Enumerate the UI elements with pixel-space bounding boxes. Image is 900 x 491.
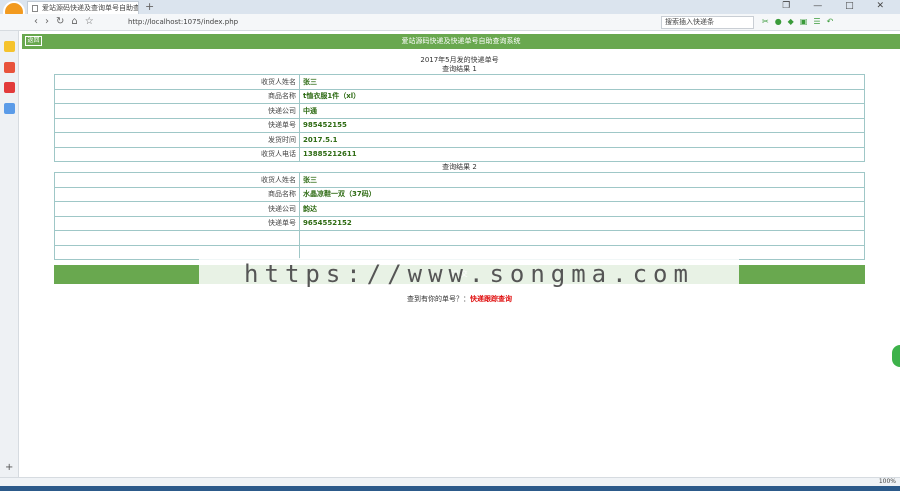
field-value: 张三 — [299, 172, 865, 188]
page-header: 返回 爱站源码快递及快递单号自助查询系统 — [22, 34, 900, 49]
field-label: 收货人姓名 — [54, 74, 300, 90]
field-label: 商品名称 — [54, 186, 300, 202]
field-label: 快递单号 — [54, 117, 300, 133]
field-label: 快递单号 — [54, 215, 300, 231]
browser-sidebar — [0, 31, 19, 477]
field-value: 水晶凉鞋一双（37码） — [299, 186, 865, 202]
footer: 查到有你的单号？：快递跟踪查询 — [19, 294, 900, 304]
field-value: 13885212611 — [299, 146, 865, 162]
field-label — [54, 230, 300, 246]
table-row: 快递单号 9654552152 — [54, 215, 865, 231]
sidebar-mail-icon[interactable] — [4, 103, 15, 114]
new-tab-button[interactable]: + — [145, 0, 154, 13]
window-controls[interactable]: ❐ — □ ✕ — [782, 1, 894, 11]
toolbar-extension-icons[interactable]: ✂●◆▣☰↶ — [762, 17, 839, 26]
result1-label: 查询结果 1 — [442, 65, 477, 73]
os-taskbar — [0, 486, 900, 491]
field-value: 2017.5.1 — [299, 132, 865, 148]
watermark: https://www.songma.com — [199, 258, 739, 290]
sidebar-star-icon[interactable] — [4, 41, 15, 52]
field-label: 快递公司 — [54, 103, 300, 119]
search-input[interactable]: 搜索插入快递条 — [661, 16, 754, 29]
field-label: 商品名称 — [54, 88, 300, 104]
field-value: 中通 — [299, 103, 865, 119]
table-row: 快递单号 985452155 — [54, 117, 865, 133]
result2-table: 收货人姓名 张三 商品名称 水晶凉鞋一双（37码） 快递公司 韵达 快递单号 96545521… — [54, 172, 865, 260]
field-value: 9654552152 — [299, 215, 865, 231]
field-value: 985452155 — [299, 117, 865, 133]
table-row: 快递公司 中通 — [54, 103, 865, 119]
field-label: 发货时间 — [54, 132, 300, 148]
footer-text: 查到有你的单号？： — [407, 295, 470, 303]
table-row: 发货时间 2017.5.1 — [54, 132, 865, 148]
result2-label: 查询结果 2 — [442, 163, 477, 171]
address-bar[interactable]: http://localhost:1075/index.php — [128, 17, 648, 28]
result1-table: 收货人姓名 张三 商品名称 t恤衣服1件（xl） 快递公司 中通 快递单号 985452155… — [54, 74, 865, 162]
sidebar-add-icon[interactable]: + — [5, 462, 13, 473]
browser-toolbar: ‹›↻⌂☆ http://localhost:1075/index.php 搜索… — [0, 14, 900, 31]
zoom-level[interactable]: 100% — [879, 478, 896, 486]
back-button[interactable]: 返回 — [25, 36, 42, 46]
browser-titlebar: 爱站源码快递及查询单号自助查询系统 + ❐ — □ ✕ — [0, 0, 900, 23]
page-title: 爱站源码快递及快递单号自助查询系统 — [401, 37, 521, 45]
field-value: t恤衣服1件（xl） — [299, 88, 865, 104]
table-row: 商品名称 水晶凉鞋一双（37码） — [54, 186, 865, 202]
date-line: 2017年5月发的快递单号 — [420, 56, 499, 64]
table-row: 商品名称 t恤衣服1件（xl） — [54, 88, 865, 104]
field-label: 快递公司 — [54, 201, 300, 217]
page-content: 返回 爱站源码快递及快递单号自助查询系统 2017年5月发的快递单号 查询结果 … — [19, 31, 900, 477]
nav-buttons[interactable]: ‹›↻⌂☆ — [34, 16, 101, 27]
field-value — [299, 230, 865, 246]
tracking-link[interactable]: 快递跟踪查询 — [470, 295, 512, 303]
sidebar-app-icon[interactable] — [4, 62, 15, 73]
table-row: 快递公司 韵达 — [54, 201, 865, 217]
browser-tab[interactable]: 爱站源码快递及查询单号自助查询系统 — [27, 1, 139, 14]
sidebar-weibo-icon[interactable] — [4, 82, 15, 93]
table-row: 收货人电话 13885212611 — [54, 146, 865, 162]
browser-statusbar: 100% — [0, 477, 900, 486]
table-row: 收货人姓名 张三 — [54, 172, 865, 188]
table-row — [54, 230, 865, 246]
table-row: 收货人姓名 张三 — [54, 74, 865, 90]
field-value: 韵达 — [299, 201, 865, 217]
floating-widget-icon[interactable] — [892, 345, 900, 367]
field-label: 收货人姓名 — [54, 172, 300, 188]
field-label: 收货人电话 — [54, 146, 300, 162]
field-value: 张三 — [299, 74, 865, 90]
document-icon — [32, 5, 38, 12]
tab-title: 爱站源码快递及查询单号自助查询系统 — [42, 4, 139, 12]
